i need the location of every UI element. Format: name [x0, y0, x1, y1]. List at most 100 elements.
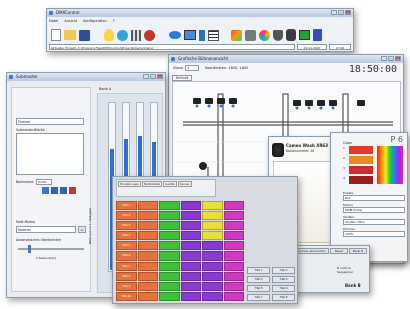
- grid-cell[interactable]: [202, 281, 223, 291]
- grid-cell[interactable]: [180, 251, 201, 261]
- grid-cell[interactable]: [180, 231, 201, 241]
- fade-apply-button[interactable]: Al: [78, 226, 86, 233]
- save-icon[interactable]: [79, 29, 90, 41]
- grid-cell[interactable]: [202, 251, 223, 261]
- bankb-tab-lamp[interactable]: Lampe abschalten: [295, 248, 329, 254]
- sequencer-title-button[interactable]: Titel 5: [247, 285, 270, 292]
- grid-cell[interactable]: [180, 261, 201, 271]
- grid-cell[interactable]: [137, 271, 158, 281]
- sequencer-title-button[interactable]: Titel 8: [272, 294, 295, 301]
- grid-cell[interactable]: Titel 9: [116, 281, 137, 291]
- spotlight-icon[interactable]: [273, 29, 283, 41]
- sequencer-title-button[interactable]: Titel 4: [272, 276, 295, 283]
- grid-cell[interactable]: Titel 6: [116, 251, 137, 261]
- grid-cell[interactable]: [159, 211, 180, 221]
- grid-cell[interactable]: Titel 8: [116, 271, 137, 281]
- opt-select-mode[interactable]: PWM-Farbe: [343, 207, 405, 213]
- submaster-minimize-button[interactable]: _: [143, 74, 149, 79]
- main-titlebar[interactable]: DMXControl _ □ ×: [47, 9, 353, 17]
- tools-icon[interactable]: [245, 29, 256, 41]
- grid-cell[interactable]: Titel 4: [116, 231, 137, 241]
- sequencer-title-button[interactable]: Titel 3: [247, 276, 270, 283]
- grid-cell[interactable]: [180, 291, 201, 301]
- grid-cell[interactable]: [223, 281, 244, 291]
- grid-cell[interactable]: [202, 241, 223, 251]
- arrows-icon[interactable]: [199, 29, 205, 41]
- grid-cell[interactable]: [202, 211, 223, 221]
- grid-cell[interactable]: [202, 271, 223, 281]
- grid-cell[interactable]: [180, 201, 201, 211]
- grid-cell[interactable]: [223, 251, 244, 261]
- grid-cell[interactable]: Titel 3: [116, 221, 137, 231]
- grid-cell[interactable]: [180, 281, 201, 291]
- auto-fade-slider-thumb[interactable]: [28, 245, 31, 253]
- grid-cell[interactable]: [223, 261, 244, 271]
- bankb-tab-bank[interactable]: Bank B: [349, 248, 367, 254]
- menu-item-config[interactable]: Konfiguration: [83, 18, 106, 24]
- bankb-tab-reset[interactable]: Reset: [330, 248, 348, 254]
- globe-icon[interactable]: [117, 29, 128, 41]
- add-bank-icon[interactable]: [42, 187, 49, 194]
- grid-cell[interactable]: [223, 201, 244, 211]
- grid-cell[interactable]: [223, 211, 244, 221]
- grid-cell[interactable]: Titel 2: [116, 211, 137, 221]
- grid-cell[interactable]: [202, 261, 223, 271]
- submaster-maximize-button[interactable]: □: [150, 74, 156, 79]
- sequencer-title-button[interactable]: Titel 2: [272, 267, 295, 274]
- grid-cell[interactable]: Titel 5: [116, 241, 137, 251]
- grid-cell[interactable]: [202, 291, 223, 301]
- grid-cell[interactable]: [159, 221, 180, 231]
- opt-select-shutter[interactable]: Shutter offen: [343, 219, 405, 225]
- down-arrow-icon[interactable]: [60, 187, 67, 194]
- grid-cell[interactable]: Titel 1: [116, 201, 137, 211]
- grid-cell[interactable]: [223, 291, 244, 301]
- grid-cell[interactable]: [223, 221, 244, 231]
- seq-tab-devices[interactable]: Geräte: [163, 181, 177, 187]
- grid-cell[interactable]: [137, 201, 158, 211]
- grid-cell[interactable]: [223, 231, 244, 241]
- new-file-icon[interactable]: [51, 29, 61, 41]
- stage-close-button[interactable]: ×: [395, 56, 401, 61]
- color-slot-4[interactable]: 4: [343, 176, 373, 184]
- grid-cell[interactable]: [159, 271, 180, 281]
- grid-cell[interactable]: [137, 281, 158, 291]
- stage-minimize-button[interactable]: _: [381, 56, 387, 61]
- grid-cell[interactable]: [137, 241, 158, 251]
- color-wheel-icon[interactable]: [259, 29, 270, 41]
- seq-tab-commands[interactable]: Befehlsliste: [141, 181, 163, 187]
- grid-cell[interactable]: [180, 271, 201, 281]
- stage-maximize-button[interactable]: □: [388, 56, 394, 61]
- lightbulb-icon[interactable]: [104, 29, 114, 41]
- menu-item-file[interactable]: Datei: [49, 18, 58, 24]
- grid-cell[interactable]: [137, 251, 158, 261]
- grid-cell[interactable]: [137, 211, 158, 221]
- faders-icon[interactable]: [131, 29, 141, 41]
- blocks-list[interactable]: [16, 133, 84, 175]
- up-arrow-icon[interactable]: [51, 187, 58, 194]
- monitor-icon[interactable]: [299, 30, 310, 40]
- minimize-button[interactable]: _: [331, 10, 337, 15]
- grid-cell[interactable]: [223, 271, 244, 281]
- grid-cell[interactable]: [180, 241, 201, 251]
- zoom-select[interactable]: 1: [185, 65, 199, 71]
- list-icon[interactable]: [208, 29, 219, 41]
- grid-cell[interactable]: [159, 241, 180, 251]
- grid-cell[interactable]: [202, 221, 223, 231]
- grid-cell[interactable]: [180, 211, 201, 221]
- grid-cell[interactable]: [159, 281, 180, 291]
- screen-icon[interactable]: [184, 30, 196, 40]
- sequencer-title-button[interactable]: Titel 6: [272, 285, 295, 292]
- color-slot-3[interactable]: 3: [343, 166, 373, 174]
- grid-cell[interactable]: Titel 10: [116, 291, 137, 301]
- bankname-input[interactable]: Profix: [36, 179, 52, 185]
- delete-icon[interactable]: [69, 187, 76, 194]
- grid-cell[interactable]: Titel 7: [116, 261, 137, 271]
- grid-cell[interactable]: [159, 291, 180, 301]
- seq-tab-settings[interactable]: Einstellungen: [118, 181, 141, 187]
- grid-cell[interactable]: [202, 231, 223, 241]
- maximize-button[interactable]: □: [338, 10, 344, 15]
- menu-item-help[interactable]: ?: [113, 18, 115, 24]
- grid-cell[interactable]: [137, 261, 158, 271]
- stage-titlebar[interactable]: Grafische Bühnenansicht _ □ ×: [169, 55, 403, 63]
- close-button[interactable]: ×: [345, 10, 351, 15]
